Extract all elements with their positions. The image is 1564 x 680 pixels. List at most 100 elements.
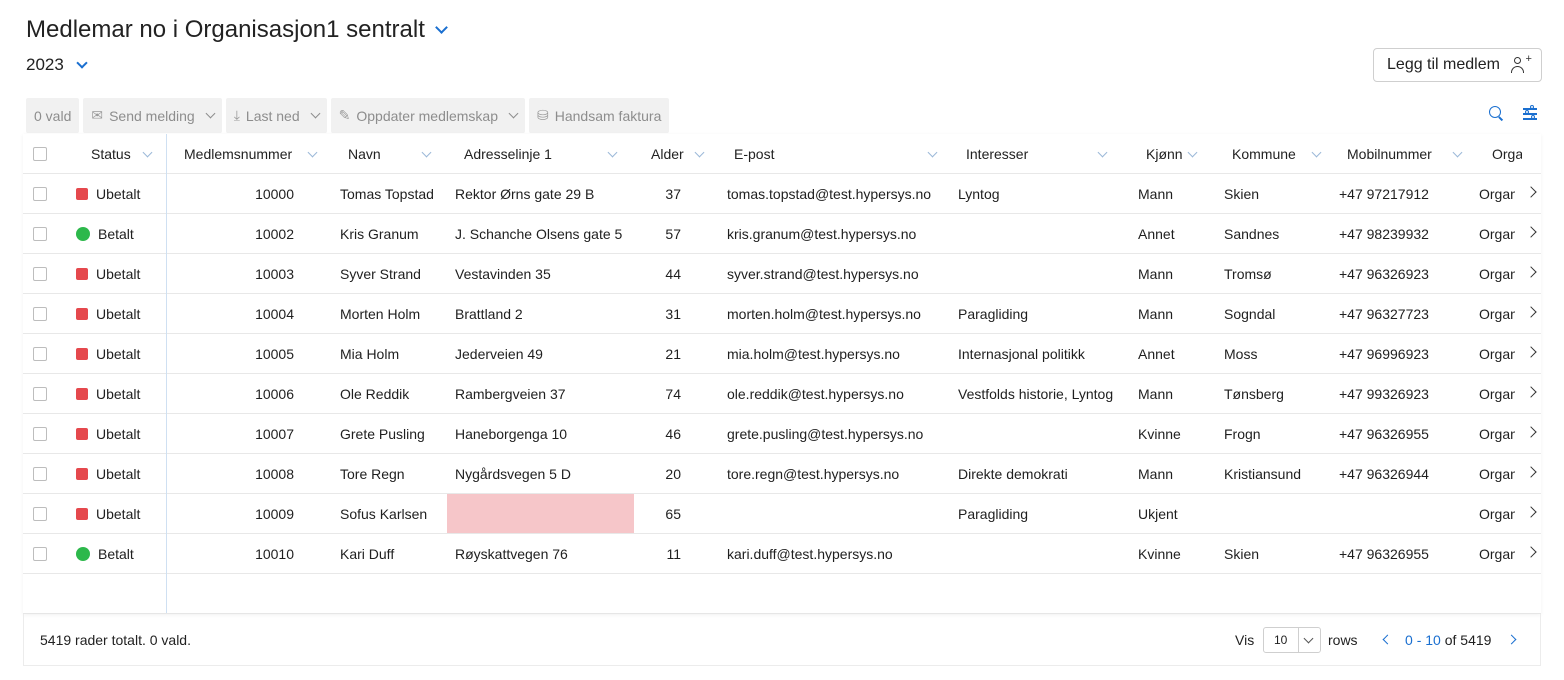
gender-cell: Mann: [1138, 466, 1174, 482]
status-label: Ubetalt: [96, 386, 141, 402]
column-header-label: Adresselinje 1: [464, 146, 552, 162]
age-cell: 11: [666, 546, 681, 562]
chevron-right-icon[interactable]: [1525, 426, 1537, 438]
chevron-down-icon[interactable]: [1452, 147, 1463, 157]
address-cell: Nygårdsvegen 5 D: [455, 466, 571, 482]
row-checkbox-cell[interactable]: [33, 294, 53, 334]
column-header[interactable]: E-post: [734, 134, 944, 174]
age-cell: 65: [665, 506, 681, 522]
chevron-down-icon[interactable]: [1187, 147, 1198, 157]
chevron-down-icon[interactable]: [694, 147, 705, 157]
chevron-right-icon[interactable]: [1525, 226, 1537, 238]
row-checkbox-cell[interactable]: [33, 214, 53, 254]
chevron-down-icon[interactable]: [142, 147, 153, 157]
send-message-label: Send melding: [109, 107, 195, 124]
row-checkbox[interactable]: [33, 387, 47, 401]
download-icon: ⤓: [233, 107, 240, 123]
send-message-button[interactable]: ✉ Send melding: [83, 98, 222, 133]
chevron-right-icon[interactable]: [1525, 506, 1537, 518]
row-checkbox[interactable]: [33, 427, 47, 441]
chevron-right-icon[interactable]: [1525, 346, 1537, 358]
bulk-action-toolbar: 0 vald ✉ Send melding ⤓ Last ned ✎ Oppdater…: [26, 98, 670, 133]
municipality-cell: Moss: [1224, 346, 1258, 362]
table-row[interactable]: Ubetalt 10003 Syver Strand Vestavinden 35 44…: [23, 254, 1541, 294]
age-cell: 21: [665, 346, 681, 362]
status-label: Ubetalt: [96, 506, 141, 522]
row-checkbox[interactable]: [33, 507, 47, 521]
column-header[interactable]: Status: [91, 134, 159, 174]
table-row[interactable]: Betalt 10010 Kari Duff Røyskattvegen 76 11 ka…: [23, 534, 1541, 574]
table-row[interactable]: Ubetalt 10004 Morten Holm Brattland 2 31 mort…: [23, 294, 1541, 334]
sliders-icon[interactable]: [1522, 105, 1538, 121]
page-size-select[interactable]: 10: [1263, 627, 1321, 653]
select-all-checkbox-cell[interactable]: [33, 134, 53, 174]
number-cell: 10000: [255, 186, 294, 202]
row-checkbox-cell[interactable]: [33, 174, 53, 214]
chevron-down-icon[interactable]: [307, 147, 318, 157]
column-header[interactable]: Kjønn: [1146, 134, 1204, 174]
chevron-down-icon[interactable]: [421, 147, 432, 157]
column-header[interactable]: Interesser: [966, 134, 1114, 174]
row-checkbox-cell[interactable]: [33, 454, 53, 494]
column-header[interactable]: Navn: [348, 134, 438, 174]
row-checkbox[interactable]: [33, 307, 47, 321]
year-selector[interactable]: 2023: [26, 55, 88, 75]
download-button[interactable]: ⤓ Last ned: [225, 98, 327, 133]
add-member-button[interactable]: Legg til medlem +: [1373, 48, 1542, 82]
chevron-right-icon[interactable]: [1525, 306, 1537, 318]
column-header-label: Interesser: [966, 146, 1029, 162]
chevron-right-icon[interactable]: [1525, 266, 1537, 278]
column-header[interactable]: Mobilnummer: [1347, 134, 1469, 174]
chevron-right-icon[interactable]: [1525, 386, 1537, 398]
table-row[interactable]: Ubetalt 10009 Sofus Karlsen 65 Paragliding Uk…: [23, 494, 1541, 534]
gender-cell: Mann: [1138, 266, 1174, 282]
row-checkbox[interactable]: [33, 547, 47, 561]
interests-cell: [958, 254, 1128, 294]
row-checkbox[interactable]: [33, 467, 47, 481]
chevron-down-icon[interactable]: [927, 147, 938, 157]
row-checkbox-cell[interactable]: [33, 254, 53, 294]
table-row[interactable]: Ubetalt 10005 Mia Holm Jederveien 49 21 mia.h…: [23, 334, 1541, 374]
select-all-checkbox[interactable]: [33, 147, 47, 161]
row-checkbox[interactable]: [33, 267, 47, 281]
chevron-right-icon[interactable]: [1525, 466, 1537, 478]
chevron-down-icon[interactable]: [1097, 147, 1108, 157]
column-header-label: Orga: [1492, 146, 1522, 162]
chevron-down-icon[interactable]: [1311, 147, 1322, 157]
row-checkbox-cell[interactable]: [33, 374, 53, 414]
next-page-icon[interactable]: [1506, 634, 1517, 645]
chevron-down-icon[interactable]: [434, 20, 448, 34]
age-cell: 57: [665, 226, 681, 242]
search-icon[interactable]: [1488, 105, 1504, 121]
row-checkbox-cell[interactable]: [33, 534, 53, 574]
chevron-right-icon[interactable]: [1525, 186, 1537, 198]
table-row[interactable]: Betalt 10002 Kris Granum J. Schanche Olsens…: [23, 214, 1541, 254]
page-title[interactable]: Medlemar no i Organisasjon1 sentralt: [26, 16, 448, 44]
table-row[interactable]: Ubetalt 10006 Ole Reddik Rambergveien 37 74 o…: [23, 374, 1541, 414]
invoice-button[interactable]: ⛁ Handsam faktura: [529, 98, 670, 133]
chevron-right-icon[interactable]: [1525, 546, 1537, 558]
interests-cell: Paragliding: [958, 306, 1029, 322]
municipality-cell: Sogndal: [1224, 306, 1276, 322]
chevron-down-icon: [1303, 633, 1314, 643]
chevron-down-icon[interactable]: [607, 147, 618, 157]
row-checkbox[interactable]: [33, 227, 47, 241]
row-checkbox-cell[interactable]: [33, 334, 53, 374]
column-header[interactable]: Alder: [651, 134, 711, 174]
table-row[interactable]: Ubetalt 10007 Grete Pusling Haneborgenga 10…: [23, 414, 1541, 454]
column-header[interactable]: Kommune: [1232, 134, 1328, 174]
chevron-down-icon[interactable]: [76, 56, 88, 69]
column-header[interactable]: Adresselinje 1: [464, 134, 624, 174]
row-checkbox-cell[interactable]: [33, 414, 53, 454]
interests-cell: Direkte demokrati: [958, 466, 1068, 482]
row-checkbox-cell[interactable]: [33, 494, 53, 534]
table-row[interactable]: Ubetalt 10008 Tore Regn Nygårdsvegen 5 D 20 t…: [23, 454, 1541, 494]
unpaid-status-icon: [76, 188, 88, 200]
column-header[interactable]: Orga: [1492, 134, 1522, 174]
column-header[interactable]: Medlemsnummer: [184, 134, 324, 174]
update-membership-button[interactable]: ✎ Oppdater medlemskap: [330, 98, 526, 133]
row-checkbox[interactable]: [33, 187, 47, 201]
previous-page-icon[interactable]: [1382, 634, 1393, 645]
table-row[interactable]: Ubetalt 10000 Tomas Topstad Rektor Ørns gat…: [23, 174, 1541, 214]
row-checkbox[interactable]: [33, 347, 47, 361]
